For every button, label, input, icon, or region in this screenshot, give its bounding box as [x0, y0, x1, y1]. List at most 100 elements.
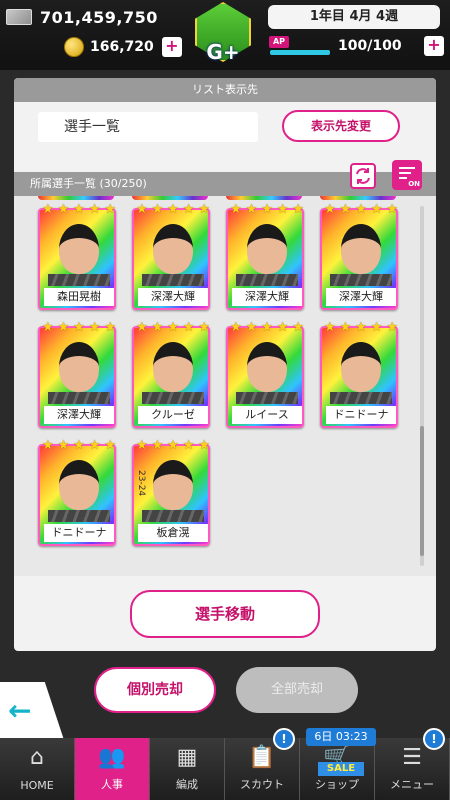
- club-rank-badge[interactable]: G+: [190, 2, 256, 68]
- star-icon: ★: [88, 438, 101, 453]
- club-rank-label: G+: [206, 40, 240, 64]
- back-button[interactable]: ←: [0, 682, 64, 740]
- coin-display: 166,720 +: [64, 36, 182, 58]
- star-icon: ★: [370, 202, 383, 217]
- change-list-dest-button[interactable]: 表示先変更: [282, 110, 400, 142]
- coin-icon: [64, 37, 84, 57]
- nav-item-scout[interactable]: 📋 スカウト!: [225, 728, 300, 800]
- ap-bar: [270, 50, 330, 55]
- nav-item-pitch[interactable]: ▦ 編成: [150, 738, 225, 800]
- sync-icon[interactable]: [350, 163, 376, 189]
- rarity-stars: ★ ★ ★ ★ ★: [136, 438, 210, 453]
- move-player-button[interactable]: 選手移動: [130, 590, 320, 638]
- player-portrait: [59, 224, 99, 274]
- player-name: ルイース: [232, 406, 302, 424]
- nav-label: 編成: [176, 778, 198, 791]
- star-icon: ★: [167, 202, 179, 217]
- star-icon: ★: [230, 320, 242, 335]
- player-card-partial[interactable]: [226, 196, 302, 200]
- card-stripe: [330, 392, 392, 404]
- card-stripe: [48, 392, 110, 404]
- nav-item-people[interactable]: 👥 人事: [75, 738, 150, 800]
- player-name: クルーゼ: [138, 406, 208, 424]
- back-arrow-icon: ←: [8, 694, 32, 727]
- star-icon: ★: [182, 438, 195, 453]
- star-icon: ★: [198, 438, 210, 453]
- pitch-icon: ▦: [176, 745, 198, 770]
- nav-item-menu[interactable]: ☰ メニュー!: [375, 728, 450, 800]
- add-ap-button[interactable]: +: [424, 36, 444, 56]
- star-icon: ★: [355, 320, 367, 335]
- star-icon: ★: [73, 202, 85, 217]
- player-card[interactable]: ★ ★ ★ ★ ★ クルーゼ: [132, 321, 210, 428]
- sell-all-button[interactable]: 全部売却: [236, 667, 358, 713]
- star-icon: ★: [355, 202, 367, 217]
- card-stripe: [48, 274, 110, 286]
- nav-item-home[interactable]: ⌂ HOME: [0, 738, 75, 800]
- player-name: 深澤大輝: [138, 288, 208, 306]
- player-card[interactable]: ★ ★ ★ ★ ★ 深澤大輝: [132, 203, 210, 310]
- star-icon: ★: [261, 320, 273, 335]
- money-display: 701,459,750: [6, 6, 186, 28]
- player-portrait: [247, 342, 287, 392]
- card-stripe: [236, 274, 298, 286]
- player-card-partial[interactable]: [38, 196, 114, 200]
- rarity-stars: ★ ★ ★ ★ ★: [324, 320, 398, 335]
- star-icon: ★: [57, 438, 70, 453]
- rarity-stars: ★ ★ ★ ★ ★: [324, 202, 398, 217]
- notification-badge: !: [423, 728, 445, 750]
- card-stripe: [142, 392, 204, 404]
- rarity-stars: ★ ★ ★ ★ ★: [136, 202, 210, 217]
- card-stripe: [48, 510, 110, 522]
- star-icon: ★: [151, 320, 164, 335]
- scout-icon: 📋: [248, 745, 276, 770]
- money-value: 701,459,750: [40, 7, 158, 27]
- player-card[interactable]: ★ ★ ★ ★ ★ 23-24 板倉滉: [132, 439, 210, 546]
- star-icon: ★: [261, 202, 273, 217]
- star-icon: ★: [167, 320, 179, 335]
- star-icon: ★: [292, 202, 304, 217]
- star-icon: ★: [104, 202, 116, 217]
- sort-filter-button[interactable]: ON: [392, 160, 422, 190]
- ap-label: AP: [269, 36, 289, 48]
- nav-label: メニュー: [390, 778, 434, 791]
- player-list-panel: リスト表示先 選手一覧 表示先変更 所属選手一覧 (30/250) ON ★ ★ ★…: [14, 78, 436, 651]
- player-portrait: [341, 342, 381, 392]
- star-icon: ★: [386, 320, 398, 335]
- coin-value: 166,720: [90, 39, 154, 55]
- star-icon: ★: [136, 202, 148, 217]
- nav-label: スカウト: [240, 778, 284, 791]
- card-stripe: [236, 392, 298, 404]
- sell-single-button[interactable]: 個別売却: [94, 667, 216, 713]
- add-coins-button[interactable]: +: [161, 37, 182, 57]
- player-card[interactable]: ★ ★ ★ ★ ★ 深澤大輝: [226, 203, 304, 310]
- star-icon: ★: [136, 438, 148, 453]
- shop-sale-timer: 6日 03:23: [306, 728, 376, 746]
- star-icon: ★: [136, 320, 148, 335]
- grid-scroll-thumb[interactable]: [420, 426, 424, 556]
- player-portrait: [341, 224, 381, 274]
- star-icon: ★: [182, 320, 195, 335]
- star-icon: ★: [42, 202, 54, 217]
- home-icon: ⌂: [30, 745, 44, 770]
- player-name: 深澤大輝: [326, 288, 396, 306]
- card-stripe: [330, 274, 392, 286]
- player-card[interactable]: ★ ★ ★ ★ ★ ドニドーナ: [320, 321, 398, 428]
- player-card[interactable]: ★ ★ ★ ★ ★ 森田晃樹: [38, 203, 116, 310]
- nav-label: ショップ: [315, 778, 359, 791]
- player-portrait: [247, 224, 287, 274]
- player-card[interactable]: ★ ★ ★ ★ ★ ルイース: [226, 321, 304, 428]
- star-icon: ★: [42, 320, 54, 335]
- player-card[interactable]: ★ ★ ★ ★ ★ 深澤大輝: [320, 203, 398, 310]
- player-name: 板倉滉: [138, 524, 208, 542]
- player-card-grid[interactable]: ★ ★ ★ ★ ★ 森田晃樹 ★ ★ ★ ★ ★ 深澤大輝 ★ ★ ★ ★ ★ 深澤大輝 ★ ★ ★ ★ ★ 深澤大輝 ★ ★ ★ ★…: [14, 196, 436, 576]
- player-portrait: [153, 460, 193, 510]
- player-card[interactable]: ★ ★ ★ ★ ★ ドニドーナ: [38, 439, 116, 546]
- player-card-partial[interactable]: [132, 196, 208, 200]
- notification-badge: !: [273, 728, 295, 750]
- season-label: 23-24: [136, 470, 146, 497]
- player-card[interactable]: ★ ★ ★ ★ ★ 深澤大輝: [38, 321, 116, 428]
- star-icon: ★: [104, 438, 116, 453]
- star-icon: ★: [151, 438, 164, 453]
- player-card-partial[interactable]: [320, 196, 396, 200]
